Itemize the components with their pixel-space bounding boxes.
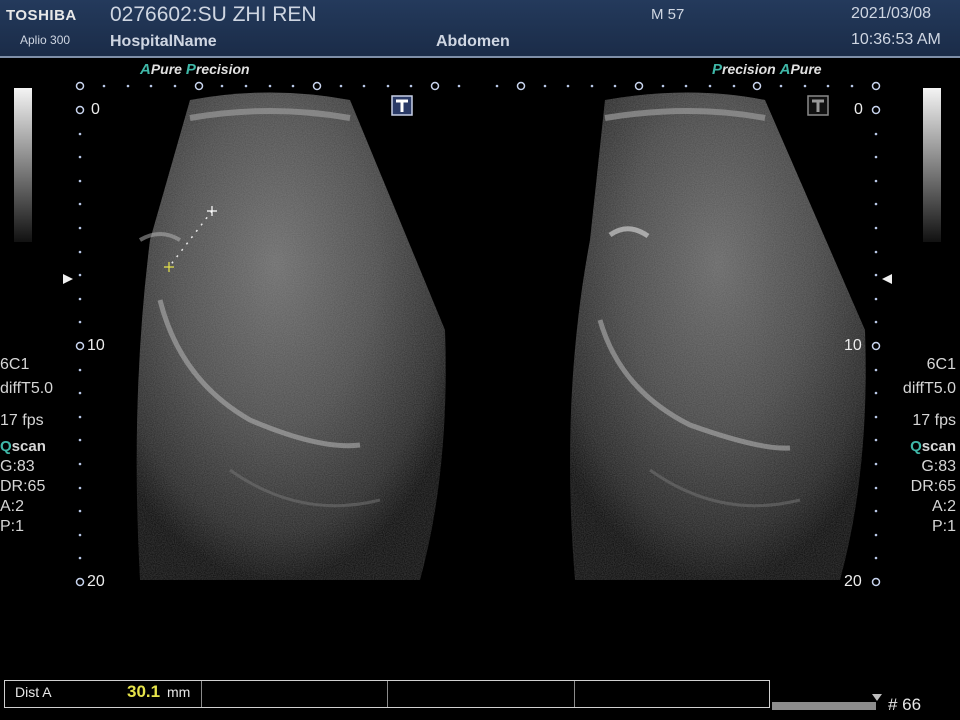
cine-progress-bar[interactable] [772, 702, 876, 710]
left-fps: 17 fps [0, 412, 44, 429]
left-p-param: P:1 [0, 518, 25, 535]
right-probe: 6C1 [926, 356, 956, 373]
cine-marker-icon [872, 694, 882, 701]
left-focus-marker-icon [63, 274, 73, 284]
measurement-cell-3 [387, 681, 575, 707]
right-depth-mid: 10 [844, 337, 862, 354]
left-a-param: A:2 [0, 498, 25, 515]
left-dynamic-range: DR:65 [0, 478, 46, 495]
right-mode: diffT5.0 [902, 380, 956, 397]
right-focus-marker-icon [882, 274, 892, 284]
left-t-marker-icon [391, 95, 413, 116]
measurement-cell-2 [201, 681, 388, 707]
left-depth-ruler [75, 105, 85, 587]
right-ultrasound-image [570, 92, 866, 580]
left-depth-top: 0 [91, 101, 100, 118]
left-depth-bottom: 20 [87, 573, 105, 590]
measurement-value: 30.1 [127, 682, 161, 701]
ultrasound-display [63, 81, 892, 587]
measurement-unit: mm [167, 684, 191, 700]
left-image-tag: APure Precision [140, 61, 250, 78]
left-grayscale-bar-icon [14, 88, 32, 242]
left-probe: 6C1 [0, 356, 30, 373]
left-gain: G:83 [0, 458, 35, 475]
right-p-param: P:1 [931, 518, 956, 535]
left-ultrasound-image [136, 92, 446, 580]
right-a-param: A:2 [931, 498, 956, 515]
right-fps: 17 fps [912, 412, 956, 429]
right-depth-top: 0 [854, 101, 863, 118]
right-gain: G:83 [921, 458, 956, 475]
right-depth-bottom: 20 [844, 573, 862, 590]
left-qscan: Qscan [0, 438, 46, 455]
left-mode: diffT5.0 [0, 380, 54, 397]
right-depth-ruler [871, 105, 881, 587]
measurement-label: Dist A [15, 684, 52, 700]
left-depth-mid: 10 [87, 337, 105, 354]
right-qscan: Qscan [910, 438, 956, 455]
right-t-marker-icon [807, 95, 829, 116]
right-image-tag: Precision APure [712, 61, 822, 78]
measurement-panel: Dist A 30.1 mm [4, 680, 770, 708]
right-grayscale-bar-icon [923, 88, 941, 242]
top-scale-dots [75, 81, 881, 91]
frame-number: # 66 [888, 695, 922, 714]
right-dynamic-range: DR:65 [910, 478, 956, 495]
